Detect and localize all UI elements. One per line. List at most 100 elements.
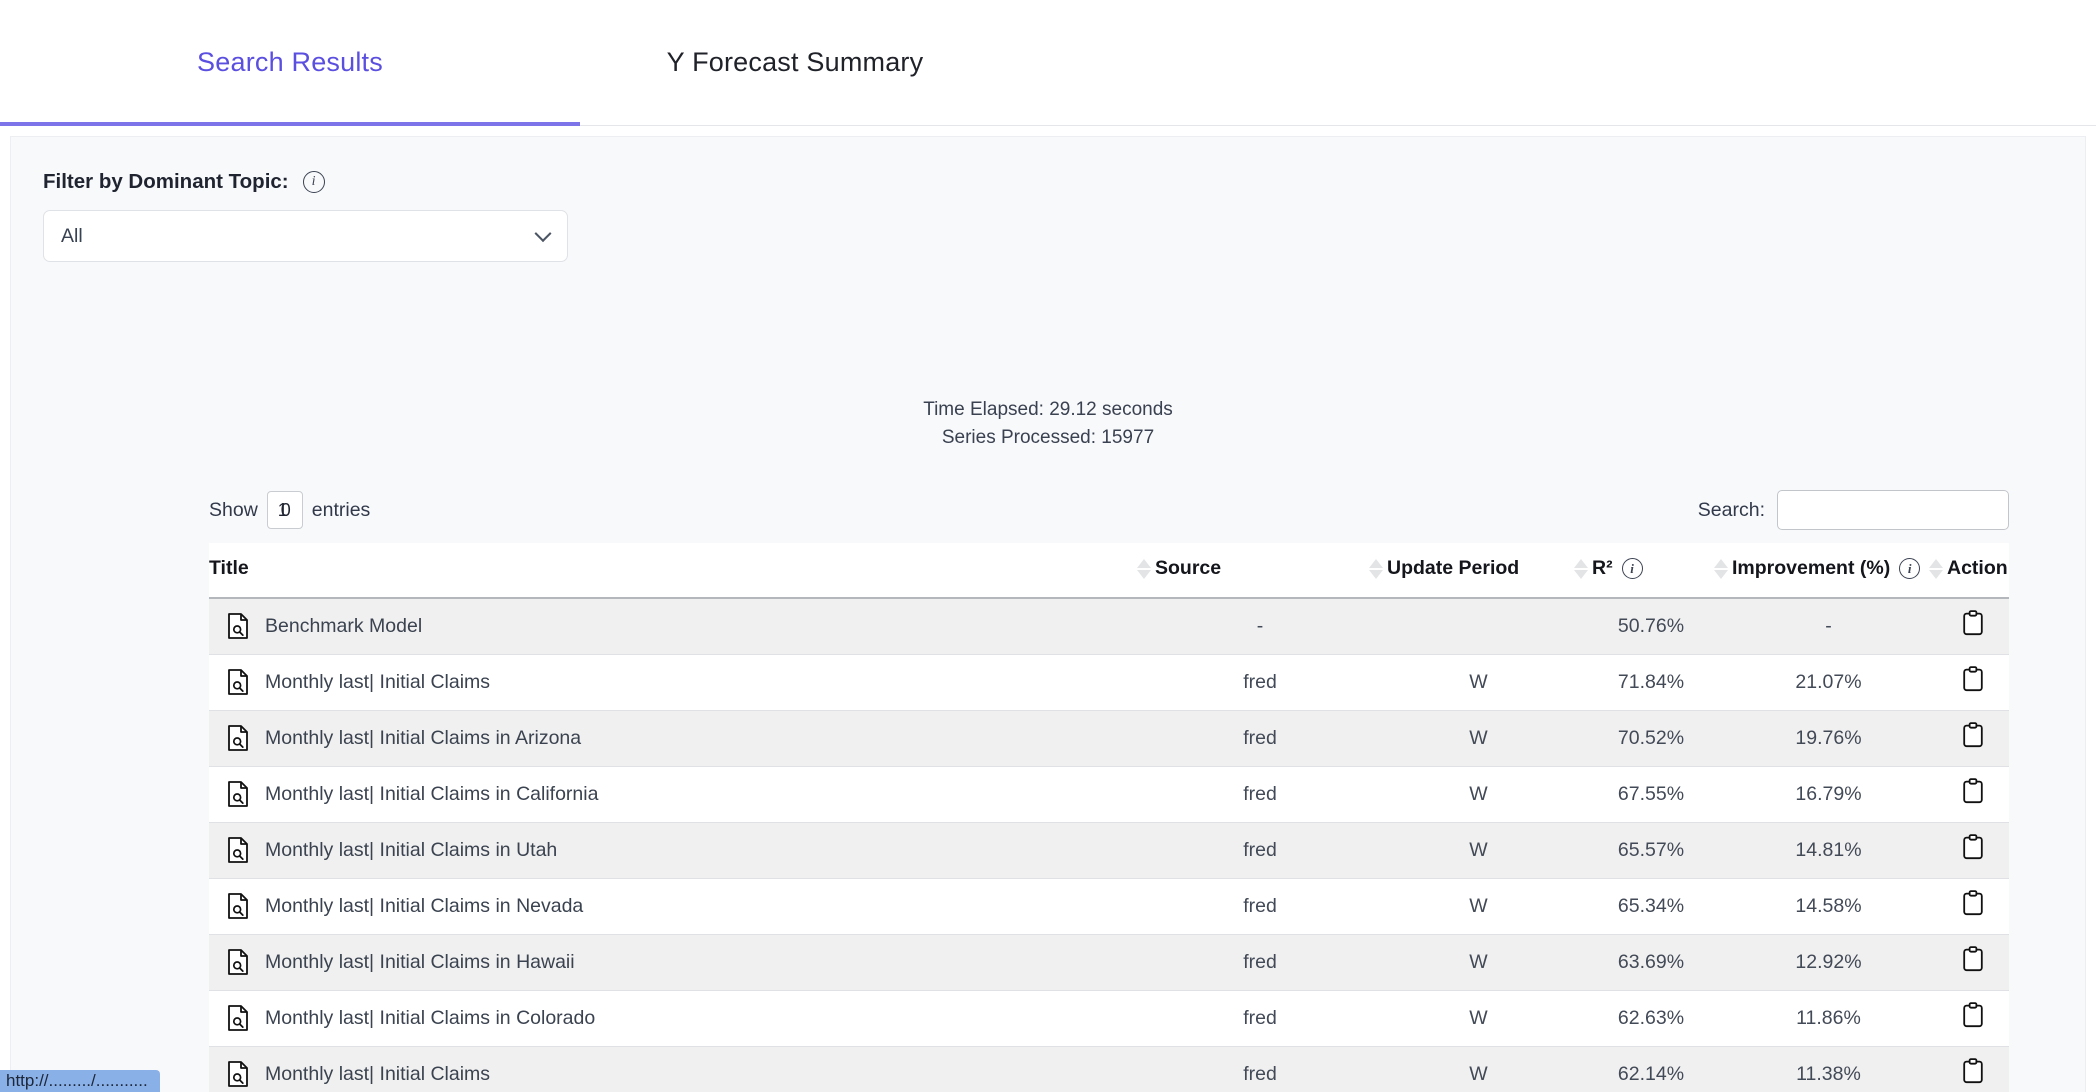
th-action-label: Action: [1947, 557, 2008, 579]
document-search-icon: [227, 837, 249, 863]
cell-action: [1936, 766, 2009, 823]
cell-update-period: W: [1376, 990, 1581, 1047]
cell-r2: 63.69%: [1581, 934, 1721, 991]
row-title-text[interactable]: Monthly last| Initial Claims in Utah: [265, 839, 557, 862]
copy-to-clipboard-button[interactable]: [1962, 1002, 1984, 1028]
table-row[interactable]: Monthly last| Initial Claims in Arizona f…: [209, 710, 2009, 767]
th-r2[interactable]: R² i: [1574, 543, 1721, 599]
cell-r2: 71.84%: [1581, 654, 1721, 711]
cell-r2: 62.63%: [1581, 990, 1721, 1047]
th-source[interactable]: Source: [1137, 543, 1376, 599]
improvement-info-icon[interactable]: i: [1899, 558, 1921, 579]
copy-to-clipboard-button[interactable]: [1962, 1058, 1984, 1084]
table-search: Search:: [1698, 490, 2009, 530]
row-title-text[interactable]: Monthly last| Initial Claims in Californ…: [265, 783, 598, 806]
table-row[interactable]: Benchmark Model -50.76% -: [209, 598, 2009, 655]
copy-to-clipboard-button[interactable]: [1962, 666, 1984, 692]
cell-r2: 50.76%: [1581, 598, 1721, 655]
tab-search-results-label: Search Results: [197, 47, 383, 77]
table-row[interactable]: Monthly last| Initial Claims in Utah fred…: [209, 822, 2009, 879]
page-length-select[interactable]: 10: [266, 491, 303, 529]
row-title-text[interactable]: Monthly last| Initial Claims in Colorado: [265, 1007, 595, 1030]
copy-to-clipboard-button[interactable]: [1962, 778, 1984, 804]
document-search-icon: [227, 949, 249, 975]
show-entries-suffix: entries: [311, 498, 371, 521]
th-action: Action: [1929, 543, 2009, 599]
cell-action: [1936, 710, 2009, 767]
row-title-text[interactable]: Monthly last| Initial Claims: [265, 671, 490, 694]
cell-source: fred: [1144, 1046, 1376, 1092]
cell-improvement: 14.58%: [1721, 878, 1936, 935]
cell-action: [1936, 822, 2009, 879]
cell-update-period: W: [1376, 766, 1581, 823]
row-title-text[interactable]: Monthly last| Initial Claims in Nevada: [265, 895, 583, 918]
cell-title: Monthly last| Initial Claims: [209, 654, 1144, 711]
row-title-text[interactable]: Monthly last| Initial Claims: [265, 1063, 490, 1086]
row-title-text[interactable]: Monthly last| Initial Claims in Arizona: [265, 727, 581, 750]
cell-source: fred: [1144, 934, 1376, 991]
cell-title: Monthly last| Initial Claims: [209, 1046, 1144, 1092]
cell-title: Benchmark Model: [209, 598, 1144, 655]
results-table: Title Source Update Period R² i Improvem…: [209, 543, 2009, 1092]
cell-title: Monthly last| Initial Claims in Colorado: [209, 990, 1144, 1047]
row-title-text[interactable]: Benchmark Model: [265, 615, 422, 638]
copy-to-clipboard-button[interactable]: [1962, 722, 1984, 748]
dominant-topic-select[interactable]: All: [43, 210, 568, 262]
table-row[interactable]: Monthly last| Initial Claims in Colorado…: [209, 990, 2009, 1047]
copy-to-clipboard-button[interactable]: [1962, 834, 1984, 860]
cell-improvement: 11.86%: [1721, 990, 1936, 1047]
cell-action: [1936, 934, 2009, 991]
tab-y-forecast-summary[interactable]: Y Forecast Summary: [580, 0, 1010, 126]
cell-title: Monthly last| Initial Claims in Hawaii: [209, 934, 1144, 991]
cell-update-period: [1376, 598, 1581, 655]
cell-improvement: 19.76%: [1721, 710, 1936, 767]
tab-bar: Search Results Y Forecast Summary: [0, 0, 2096, 126]
cell-update-period: W: [1376, 822, 1581, 879]
cell-action: [1936, 1046, 2009, 1092]
cell-update-period: W: [1376, 878, 1581, 935]
cell-update-period: W: [1376, 654, 1581, 711]
cell-title: Monthly last| Initial Claims in Nevada: [209, 878, 1144, 935]
show-entries-control: Show 10 entries: [209, 491, 370, 529]
th-update-period[interactable]: Update Period: [1369, 543, 1581, 599]
cell-update-period: W: [1376, 934, 1581, 991]
row-title-text[interactable]: Monthly last| Initial Claims in Hawaii: [265, 951, 575, 974]
table-row[interactable]: Monthly last| Initial Claims in Nevada fr…: [209, 878, 2009, 935]
cell-improvement: -: [1721, 598, 1936, 655]
cell-r2: 70.52%: [1581, 710, 1721, 767]
document-search-icon: [227, 725, 249, 751]
cell-source: fred: [1144, 878, 1376, 935]
cell-r2: 65.34%: [1581, 878, 1721, 935]
document-search-icon: [227, 669, 249, 695]
show-entries-prefix: Show: [209, 498, 258, 521]
results-panel: Filter by Dominant Topic: i All Time Ela…: [10, 136, 2086, 1092]
status-bar-link: http://........./...........: [0, 1070, 160, 1092]
table-header-row: Title Source Update Period R² i Improvem…: [209, 543, 2009, 599]
info-icon[interactable]: i: [302, 171, 325, 193]
tab-search-results[interactable]: Search Results: [0, 0, 580, 126]
search-input[interactable]: [1777, 490, 2009, 530]
cell-improvement: 14.81%: [1721, 822, 1936, 879]
copy-to-clipboard-button[interactable]: [1962, 946, 1984, 972]
table-row[interactable]: Monthly last| Initial Claims in Californ…: [209, 766, 2009, 823]
copy-to-clipboard-button[interactable]: [1962, 890, 1984, 916]
table-row[interactable]: Monthly last| Initial Claims in Hawaii fr…: [209, 934, 2009, 991]
th-improvement[interactable]: Improvement (%) i: [1714, 543, 1936, 599]
table-row[interactable]: Monthly last| Initial Claims fred W 62.14% 1…: [209, 1046, 2009, 1092]
results-table-head: Title Source Update Period R² i Improvem…: [209, 543, 2009, 599]
document-search-icon: [227, 781, 249, 807]
th-source-label: Source: [1155, 557, 1222, 579]
data-table-wrapper: Show 10 entries Search: Title Source Upd…: [209, 485, 2009, 1092]
cell-improvement: 11.38%: [1721, 1046, 1936, 1092]
series-processed-text: Series Processed: 15977: [941, 427, 1155, 448]
document-search-icon: [227, 1061, 249, 1087]
th-r2-label: R²: [1592, 557, 1613, 579]
cell-update-period: W: [1376, 710, 1581, 767]
copy-to-clipboard-button[interactable]: [1962, 610, 1984, 636]
r2-info-icon[interactable]: i: [1621, 558, 1643, 579]
search-label: Search:: [1697, 498, 1765, 521]
table-row[interactable]: Monthly last| Initial Claims fred W 71.84% 2…: [209, 654, 2009, 711]
th-title[interactable]: Title: [209, 543, 1144, 599]
chevron-down-icon: [534, 225, 552, 243]
cell-action: [1936, 598, 2009, 655]
